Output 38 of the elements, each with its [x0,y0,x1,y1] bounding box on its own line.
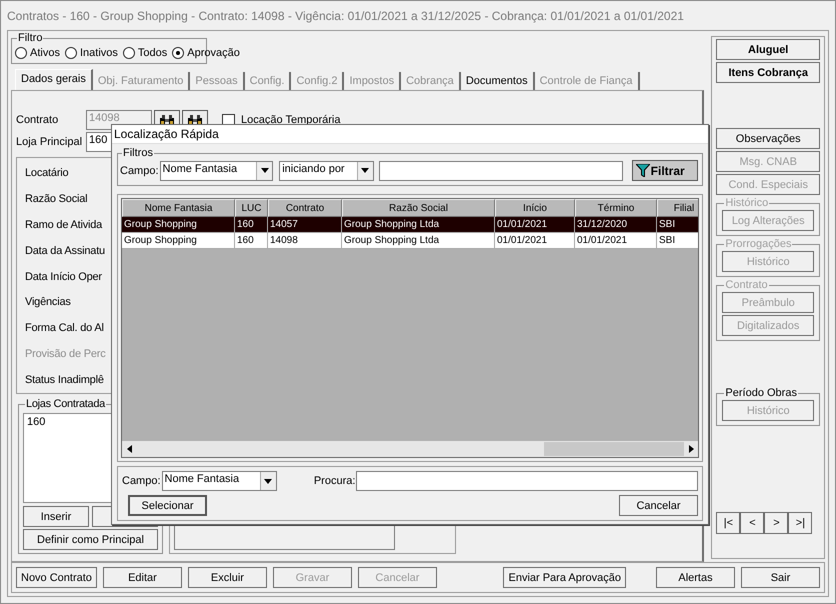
field-label: Status Inadimplê [25,373,104,388]
field-label: Forma Cal. do Al [25,321,104,336]
field-label: Locatário [25,166,68,181]
group-title: Filtros [122,147,154,160]
field-label: Vigências [25,295,71,310]
group-title: Filtro [17,32,44,45]
field-label: Razão Social [25,192,88,207]
group-title: Histórico [724,197,770,210]
field-label: Procura: [314,475,356,487]
table-cell: Group Shopping [122,217,235,233]
table-cell: 14098 [268,233,342,249]
table-cell: 01/01/2021 [495,217,575,233]
field-label: Ramo de Ativida [25,218,102,233]
checkbox-label: Locação Temporária [241,114,340,126]
table-cell: 160 [235,217,268,233]
table-cell: Group Shopping [122,233,235,249]
field-label: Data da Assinatu [25,244,105,259]
group-title: Contrato [724,279,769,292]
table-cell: 01/01/2021 [575,233,657,249]
table-cell: SBI [657,217,698,233]
table-cell: 31/12/2020 [575,217,657,233]
dialog-title: Localização Rápida [112,125,708,143]
field-label: Data Início Oper [25,270,102,284]
table-cell: SBI [657,233,698,249]
field-label: Provisão de Perc [25,347,106,362]
table-cell: Group Shopping Ltda [342,233,495,249]
table-cell: 14057 [268,217,342,233]
window-title: Contratos - 160 - Group Shopping - Contrato: 14098 - Vigência: 01/01/2021 a 31/12/2025 - Cobrança: 01/01/2021 a 01/01/2021 [6,8,685,24]
table-cell: 160 [235,233,268,249]
table-cell: 01/01/2021 [495,233,575,249]
group-title: Lojas Contratada [25,398,106,411]
field-label: Campo: [122,475,161,487]
field-label: Contrato [16,114,60,126]
group-title: Prorrogações [724,238,792,251]
group-title: Período Obras [724,387,798,400]
table-cell: Group Shopping Ltda [342,217,495,233]
field-label: Campo: [120,164,159,176]
field-label: Loja Principal [16,136,84,148]
